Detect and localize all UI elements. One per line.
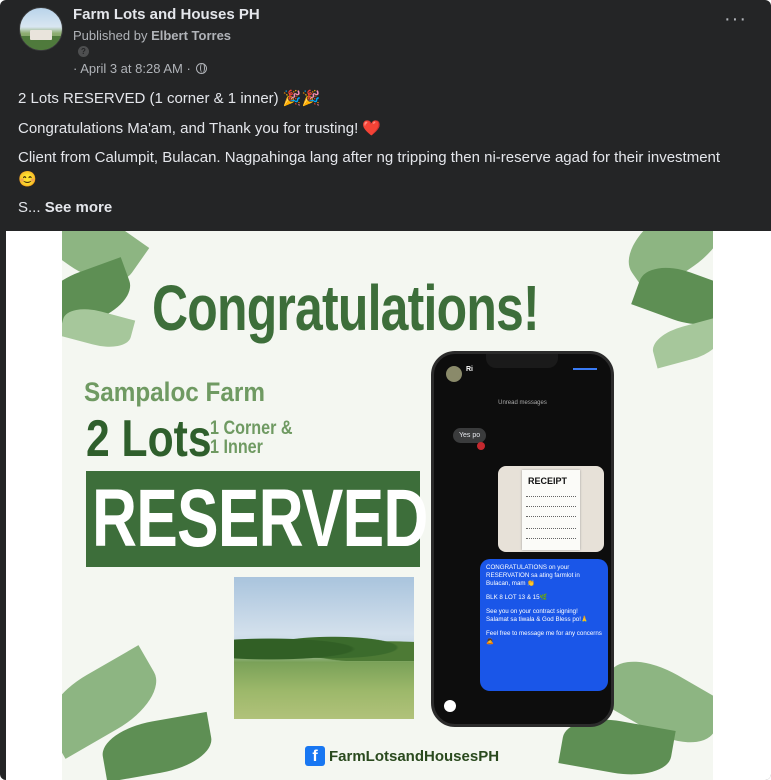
facebook-icon: f xyxy=(305,746,325,766)
receipt-title: RECEIPT xyxy=(528,476,568,486)
call-icon xyxy=(573,368,597,376)
avatar-house xyxy=(30,30,52,40)
outgoing-line: See you on your contract signing! Salama… xyxy=(486,608,589,623)
farm-name: Sampaloc Farm xyxy=(84,377,265,407)
reserved-text: RESERVED xyxy=(92,473,428,564)
farm-photo xyxy=(234,577,414,719)
poster-headline: Congratulations! xyxy=(152,272,540,344)
post-card: Farm Lots and Houses PH Published by Elb… xyxy=(0,0,771,780)
leaf-decoration xyxy=(648,317,713,369)
receipt-line xyxy=(526,496,576,497)
home-indicator xyxy=(444,700,456,712)
receipt-line xyxy=(526,506,576,507)
lots-detail-2: 1 Inner xyxy=(210,437,263,458)
published-prefix: Published by xyxy=(73,28,148,43)
lots-detail-1: 1 Corner & xyxy=(210,418,293,439)
lots-count: 2 Lots xyxy=(86,410,212,468)
post-text-line-4: S... See more xyxy=(18,197,738,219)
leaf-decoration xyxy=(62,302,136,354)
receipt-line xyxy=(526,528,576,529)
chat-contact: Ri xyxy=(466,366,473,373)
receipt-line xyxy=(526,516,576,517)
post-text-line-1: 2 Lots RESERVED (1 corner & 1 inner) 🎉🎉 xyxy=(18,90,321,107)
post-text-line-2: Congratulations Ma'am, and Thank you for… xyxy=(18,120,382,137)
outgoing-line: BLK 8 LOT 13 & 15🌿 xyxy=(486,594,548,601)
footer-handle: FarmLotsandHousesPH xyxy=(329,747,500,765)
outgoing-line: CONGRATULATIONS on your RESERVATION sa a… xyxy=(486,564,580,587)
see-more-link[interactable]: See more xyxy=(45,199,113,216)
receipt-line xyxy=(526,538,576,539)
post-text-line-3: Client from Calumpit, Bulacan. Nagpahing… xyxy=(18,149,721,188)
unread-divider: Unread messages xyxy=(498,400,547,406)
help-icon[interactable]: ? xyxy=(78,46,89,57)
timestamp-link[interactable]: · April 3 at 8:28 AM · xyxy=(73,61,191,76)
published-by: Published by Elbert Torres xyxy=(73,28,231,43)
page-avatar[interactable] xyxy=(19,7,63,51)
outgoing-message: CONGRATULATIONS on your RESERVATION sa a… xyxy=(480,559,608,691)
heart-reaction-icon xyxy=(477,442,485,450)
poster: Congratulations! Sampaloc Farm 2 Lots 1 … xyxy=(62,231,713,780)
photo-trees xyxy=(234,631,414,661)
phone-mockup: Ri Unread messages Yes po RECEIPT CONGRA… xyxy=(431,351,614,727)
page-name-link[interactable]: Farm Lots and Houses PH xyxy=(73,6,260,23)
outgoing-line: Feel free to message me for any concerns… xyxy=(486,630,602,645)
more-options-icon[interactable]: ··· xyxy=(724,9,747,29)
post-meta: · April 3 at 8:28 AM · xyxy=(73,61,207,76)
chat-avatar xyxy=(446,366,462,382)
truncated-text: S... xyxy=(18,199,41,216)
post-image[interactable]: Congratulations! Sampaloc Farm 2 Lots 1 … xyxy=(6,231,771,780)
publisher-link[interactable]: Elbert Torres xyxy=(151,28,231,43)
receipt-image: RECEIPT xyxy=(498,466,604,552)
incoming-message: Yes po xyxy=(453,428,487,443)
globe-icon xyxy=(195,63,207,74)
lots-detail: 1 Corner & 1 Inner xyxy=(210,419,293,457)
phone-notch xyxy=(486,354,558,368)
poster-footer: f FarmLotsandHousesPH xyxy=(305,746,499,766)
